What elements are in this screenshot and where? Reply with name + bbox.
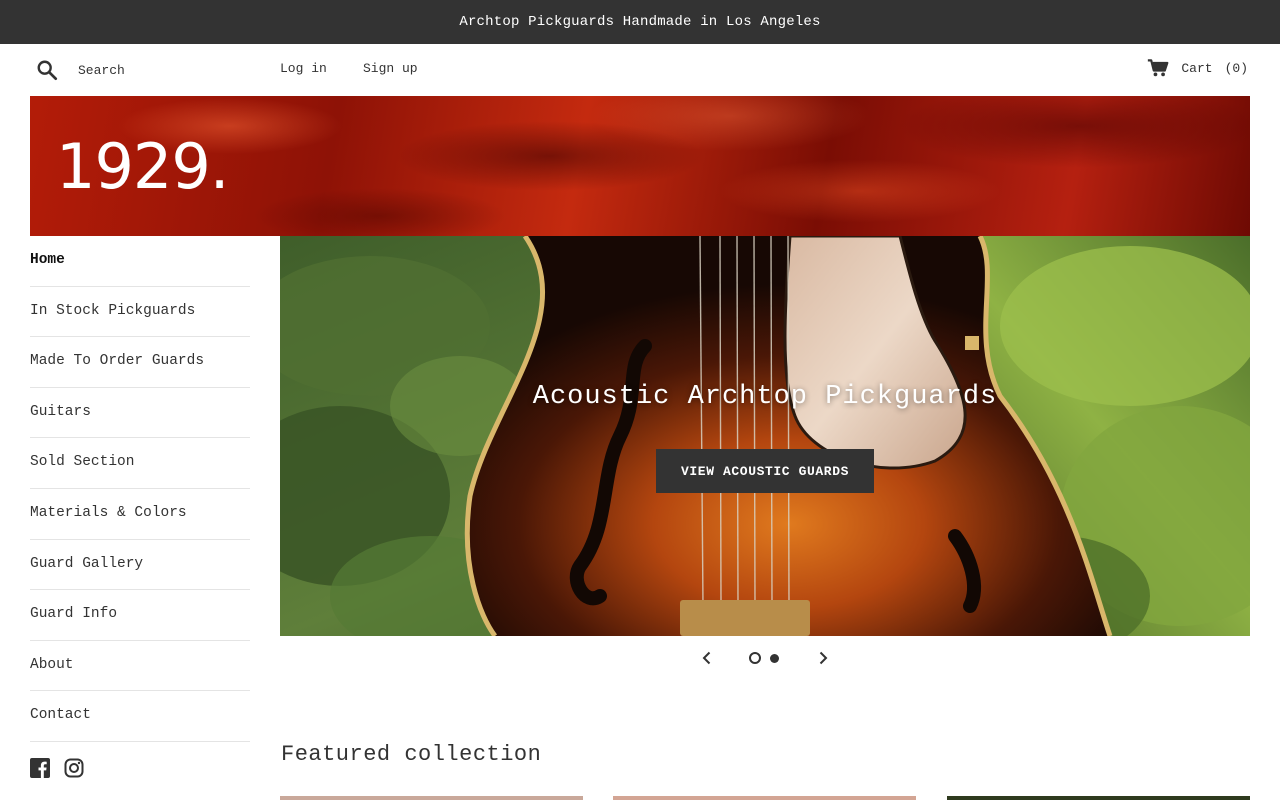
announcement-bar: Archtop Pickguards Handmade in Los Angel… <box>0 0 1280 44</box>
announcement-text: Archtop Pickguards Handmade in Los Angel… <box>459 14 821 30</box>
product-card-2[interactable] <box>613 796 916 800</box>
view-acoustic-guards-button[interactable]: VIEW ACOUSTIC GUARDS <box>656 449 874 493</box>
search-icon[interactable] <box>36 59 58 81</box>
search-input[interactable] <box>78 60 248 80</box>
product-card-3[interactable] <box>947 796 1250 800</box>
cart-label: Cart <box>1181 60 1213 76</box>
sidebar-item-about[interactable]: About <box>30 641 250 692</box>
sidebar-nav: Home In Stock Pickguards Made To Order G… <box>30 236 250 742</box>
sidebar-item-sold-section[interactable]: Sold Section <box>30 438 250 489</box>
social-links <box>30 758 84 778</box>
slide-dot-2[interactable] <box>770 654 779 663</box>
featured-collection-title: Featured collection <box>281 742 542 767</box>
slide-heading: Acoustic Archtop Pickguards <box>532 382 998 412</box>
signup-link[interactable]: Sign up <box>363 61 418 76</box>
guitar-hero-image <box>280 236 1250 636</box>
slideshow-controls <box>280 646 1250 670</box>
instagram-icon[interactable] <box>64 758 84 778</box>
sidebar-item-home[interactable]: Home <box>30 236 250 287</box>
sidebar-item-contact[interactable]: Contact <box>30 691 250 742</box>
sidebar-item-made-to-order-guards[interactable]: Made To Order Guards <box>30 337 250 388</box>
sidebar-item-in-stock-pickguards[interactable]: In Stock Pickguards <box>30 287 250 338</box>
site-banner[interactable]: 1929. <box>30 96 1250 236</box>
facebook-icon[interactable] <box>30 758 50 778</box>
sidebar-item-guard-gallery[interactable]: Guard Gallery <box>30 540 250 591</box>
cart-link[interactable]: Cart (0) <box>1147 58 1248 78</box>
sidebar-item-materials-colors[interactable]: Materials & Colors <box>30 489 250 540</box>
cart-icon <box>1148 59 1169 77</box>
product-card-1[interactable] <box>280 796 583 800</box>
hero-slideshow[interactable]: Acoustic Archtop Pickguards VIEW ACOUSTI… <box>280 236 1250 636</box>
chevron-right-icon[interactable] <box>815 650 831 666</box>
sidebar-item-guitars[interactable]: Guitars <box>30 388 250 439</box>
header-bar: Log in Sign up Cart (0) <box>0 44 1280 96</box>
sidebar-item-guard-info[interactable]: Guard Info <box>30 590 250 641</box>
site-logo[interactable]: 1929. <box>56 130 229 203</box>
slide-dot-1[interactable] <box>749 652 761 664</box>
login-link[interactable]: Log in <box>280 61 327 76</box>
chevron-left-icon[interactable] <box>699 650 715 666</box>
cart-count: (0) <box>1224 60 1248 76</box>
